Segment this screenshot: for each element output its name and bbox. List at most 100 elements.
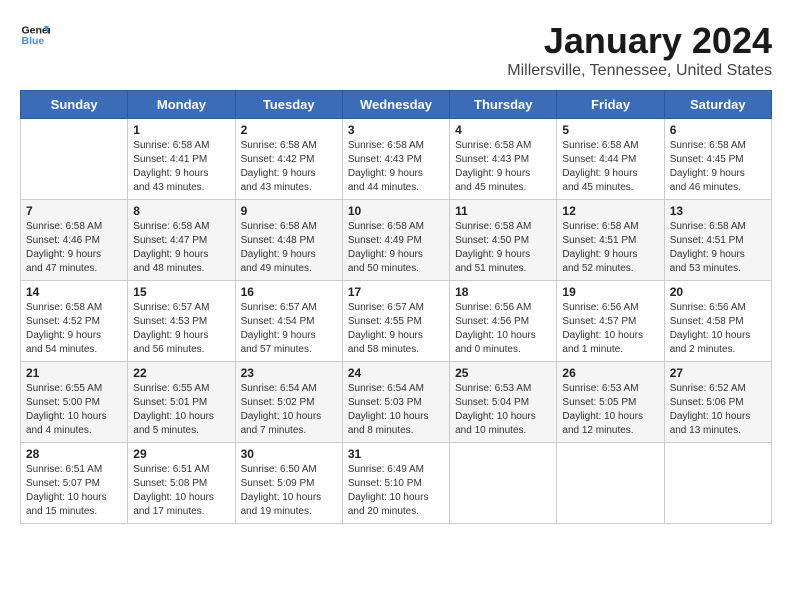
day-info: Sunrise: 6:58 AMSunset: 4:52 PMDaylight:… (26, 301, 122, 357)
calendar-cell: 4 Sunrise: 6:58 AMSunset: 4:43 PMDaylight… (450, 119, 557, 200)
day-number: 4 (455, 123, 551, 137)
week-row-1: 1Sunrise: 6:58 AMSunset: 4:41 PMDaylight… (21, 119, 772, 200)
calendar-cell: 31Sunrise: 6:49 AMSunset: 5:10 PMDayligh… (342, 443, 449, 524)
day-number: 21 (26, 366, 122, 380)
calendar-cell: 8 Sunrise: 6:58 AMSunset: 4:47 PMDaylight… (128, 200, 235, 281)
calendar-cell: 16Sunrise: 6:57 AMSunset: 4:54 PMDayligh… (235, 281, 342, 362)
day-info: Sunrise: 6:58 AMSunset: 4:51 PMDaylight:… (670, 220, 766, 276)
calendar-cell: 23 Sunrise: 6:54 AMSunset: 5:02 PMDayligh… (235, 362, 342, 443)
header-friday: Friday (557, 91, 664, 119)
day-number: 8 (133, 204, 229, 218)
day-info: Sunrise: 6:56 AMSunset: 4:57 PMDaylight:… (562, 301, 658, 357)
calendar-cell: 22Sunrise: 6:55 AMSunset: 5:01 PMDayligh… (128, 362, 235, 443)
calendar-cell: 5 Sunrise: 6:58 AMSunset: 4:44 PMDaylight… (557, 119, 664, 200)
calendar-cell: 25 Sunrise: 6:53 AMSunset: 5:04 PMDayligh… (450, 362, 557, 443)
calendar-cell: 18 Sunrise: 6:56 AMSunset: 4:56 PMDayligh… (450, 281, 557, 362)
day-info: Sunrise: 6:58 AMSunset: 4:44 PMDaylight:… (562, 139, 658, 195)
calendar-table: Sunday Monday Tuesday Wednesday Thursday… (20, 90, 772, 524)
calendar-cell: 3 Sunrise: 6:58 AMSunset: 4:43 PMDaylight… (342, 119, 449, 200)
header-sunday: Sunday (21, 91, 128, 119)
header-wednesday: Wednesday (342, 91, 449, 119)
day-info: Sunrise: 6:58 AMSunset: 4:43 PMDaylight:… (455, 139, 551, 195)
day-info: Sunrise: 6:56 AMSunset: 4:56 PMDaylight:… (455, 301, 551, 357)
day-info: Sunrise: 6:56 AMSunset: 4:58 PMDaylight:… (670, 301, 766, 357)
day-info: Sunrise: 6:53 AMSunset: 5:05 PMDaylight:… (562, 382, 658, 438)
day-info: Sunrise: 6:58 AMSunset: 4:47 PMDaylight:… (133, 220, 229, 276)
day-number: 20 (670, 285, 766, 299)
day-number: 28 (26, 447, 122, 461)
day-number: 5 (562, 123, 658, 137)
week-row-2: 7 Sunrise: 6:58 AMSunset: 4:46 PMDaylight… (21, 200, 772, 281)
day-info: Sunrise: 6:58 AMSunset: 4:45 PMDaylight:… (670, 139, 766, 195)
day-info: Sunrise: 6:52 AMSunset: 5:06 PMDaylight:… (670, 382, 766, 438)
weekday-header-row: Sunday Monday Tuesday Wednesday Thursday… (21, 91, 772, 119)
day-info: Sunrise: 6:58 AMSunset: 4:43 PMDaylight:… (348, 139, 444, 195)
page-container: General Blue January 2024 Millersville, … (20, 20, 772, 524)
title-section: January 2024 Millersville, Tennessee, Un… (507, 20, 772, 80)
calendar-cell (21, 119, 128, 200)
day-number: 27 (670, 366, 766, 380)
day-number: 26 (562, 366, 658, 380)
day-number: 25 (455, 366, 551, 380)
calendar-cell: 12 Sunrise: 6:58 AMSunset: 4:51 PMDayligh… (557, 200, 664, 281)
calendar-cell: 9Sunrise: 6:58 AMSunset: 4:48 PMDaylight… (235, 200, 342, 281)
header: General Blue January 2024 Millersville, … (20, 20, 772, 80)
calendar-cell: 1Sunrise: 6:58 AMSunset: 4:41 PMDaylight… (128, 119, 235, 200)
day-info: Sunrise: 6:51 AMSunset: 5:08 PMDaylight:… (133, 463, 229, 519)
day-info: Sunrise: 6:58 AMSunset: 4:41 PMDaylight:… (133, 139, 229, 195)
day-info: Sunrise: 6:50 AMSunset: 5:09 PMDaylight:… (241, 463, 337, 519)
day-number: 15 (133, 285, 229, 299)
week-row-3: 14 Sunrise: 6:58 AMSunset: 4:52 PMDayligh… (21, 281, 772, 362)
calendar-cell: 21 Sunrise: 6:55 AMSunset: 5:00 PMDayligh… (21, 362, 128, 443)
week-row-4: 21 Sunrise: 6:55 AMSunset: 5:00 PMDayligh… (21, 362, 772, 443)
header-tuesday: Tuesday (235, 91, 342, 119)
logo: General Blue (20, 20, 50, 50)
day-info: Sunrise: 6:53 AMSunset: 5:04 PMDaylight:… (455, 382, 551, 438)
calendar-subtitle: Millersville, Tennessee, United States (507, 62, 772, 80)
header-monday: Monday (128, 91, 235, 119)
calendar-cell: 2 Sunrise: 6:58 AMSunset: 4:42 PMDaylight… (235, 119, 342, 200)
day-number: 6 (670, 123, 766, 137)
calendar-cell: 14 Sunrise: 6:58 AMSunset: 4:52 PMDayligh… (21, 281, 128, 362)
day-number: 7 (26, 204, 122, 218)
day-info: Sunrise: 6:58 AMSunset: 4:51 PMDaylight:… (562, 220, 658, 276)
header-saturday: Saturday (664, 91, 771, 119)
day-info: Sunrise: 6:57 AMSunset: 4:53 PMDaylight:… (133, 301, 229, 357)
calendar-cell: 10Sunrise: 6:58 AMSunset: 4:49 PMDayligh… (342, 200, 449, 281)
calendar-cell (557, 443, 664, 524)
calendar-cell: 11 Sunrise: 6:58 AMSunset: 4:50 PMDayligh… (450, 200, 557, 281)
calendar-cell: 30 Sunrise: 6:50 AMSunset: 5:09 PMDayligh… (235, 443, 342, 524)
calendar-cell: 15 Sunrise: 6:57 AMSunset: 4:53 PMDayligh… (128, 281, 235, 362)
day-info: Sunrise: 6:54 AMSunset: 5:03 PMDaylight:… (348, 382, 444, 438)
day-info: Sunrise: 6:55 AMSunset: 5:00 PMDaylight:… (26, 382, 122, 438)
calendar-cell: 17Sunrise: 6:57 AMSunset: 4:55 PMDayligh… (342, 281, 449, 362)
day-info: Sunrise: 6:58 AMSunset: 4:42 PMDaylight:… (241, 139, 337, 195)
calendar-cell: 6 Sunrise: 6:58 AMSunset: 4:45 PMDaylight… (664, 119, 771, 200)
day-number: 16 (241, 285, 337, 299)
day-number: 18 (455, 285, 551, 299)
day-number: 12 (562, 204, 658, 218)
svg-text:Blue: Blue (22, 35, 45, 47)
day-info: Sunrise: 6:58 AMSunset: 4:46 PMDaylight:… (26, 220, 122, 276)
day-info: Sunrise: 6:51 AMSunset: 5:07 PMDaylight:… (26, 463, 122, 519)
day-number: 11 (455, 204, 551, 218)
calendar-title: January 2024 (507, 20, 772, 62)
day-info: Sunrise: 6:54 AMSunset: 5:02 PMDaylight:… (241, 382, 337, 438)
day-info: Sunrise: 6:58 AMSunset: 4:50 PMDaylight:… (455, 220, 551, 276)
day-number: 22 (133, 366, 229, 380)
day-number: 14 (26, 285, 122, 299)
calendar-cell: 24 Sunrise: 6:54 AMSunset: 5:03 PMDayligh… (342, 362, 449, 443)
calendar-cell (450, 443, 557, 524)
calendar-cell (664, 443, 771, 524)
day-number: 24 (348, 366, 444, 380)
day-number: 30 (241, 447, 337, 461)
day-info: Sunrise: 6:57 AMSunset: 4:55 PMDaylight:… (348, 301, 444, 357)
day-number: 2 (241, 123, 337, 137)
week-row-5: 28 Sunrise: 6:51 AMSunset: 5:07 PMDayligh… (21, 443, 772, 524)
day-number: 3 (348, 123, 444, 137)
day-number: 23 (241, 366, 337, 380)
day-number: 9 (241, 204, 337, 218)
calendar-cell: 20 Sunrise: 6:56 AMSunset: 4:58 PMDayligh… (664, 281, 771, 362)
header-thursday: Thursday (450, 91, 557, 119)
calendar-cell: 13Sunrise: 6:58 AMSunset: 4:51 PMDayligh… (664, 200, 771, 281)
